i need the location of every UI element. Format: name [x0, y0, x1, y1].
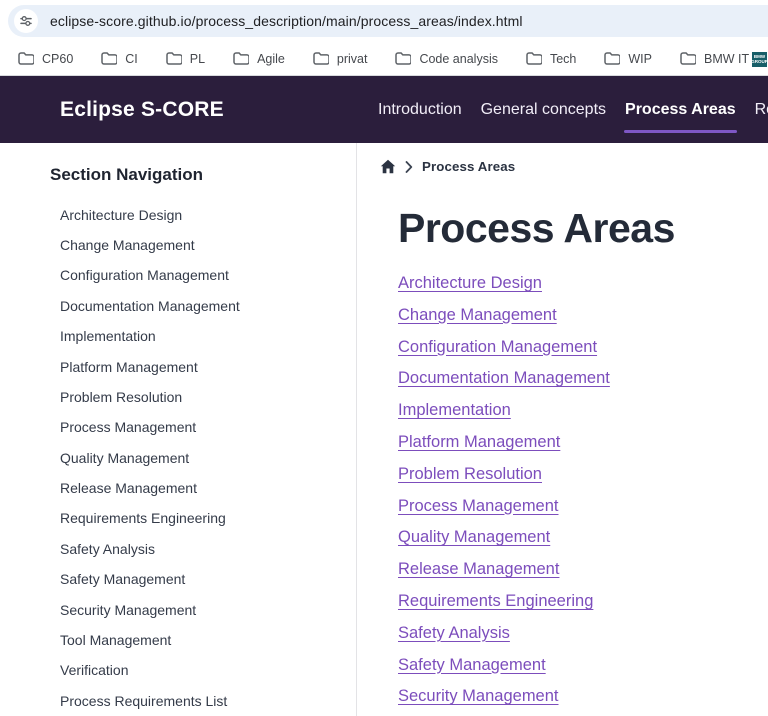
sidebar-item[interactable]: Process Requirements List	[50, 686, 356, 716]
bookmark-label: CP60	[42, 52, 73, 66]
process-area-link[interactable]: Security Management	[398, 687, 559, 705]
breadcrumb: Process Areas	[380, 159, 768, 174]
process-area-link-row: Problem Resolution	[398, 459, 768, 491]
process-area-link-row: Quality Management	[398, 522, 768, 554]
sidebar-item[interactable]: Problem Resolution	[50, 382, 356, 412]
bookmark-label: CI	[125, 52, 138, 66]
process-area-link[interactable]: Architecture Design	[398, 274, 542, 292]
process-area-link[interactable]: Process Management	[398, 497, 559, 515]
process-area-link[interactable]: Quality Management	[398, 528, 550, 546]
bookmark-folder[interactable]: WIP	[590, 46, 666, 72]
process-area-link[interactable]: Implementation	[398, 401, 511, 419]
folder-icon	[313, 52, 329, 65]
sidebar-item[interactable]: Quality Management	[50, 443, 356, 473]
bookmark-bmw-group[interactable]: BMWGROUP E	[738, 46, 768, 72]
bookmark-folder[interactable]: CP60	[4, 46, 87, 72]
sidebar-item[interactable]: Process Management	[50, 413, 356, 443]
main-content: Process Areas Process Areas Architecture…	[357, 143, 768, 716]
chevron-right-icon	[405, 161, 413, 173]
process-area-link-row: Safety Management	[398, 650, 768, 682]
url-text[interactable]: eclipse-score.github.io/process_descript…	[50, 13, 523, 29]
process-area-link[interactable]: Configuration Management	[398, 338, 597, 356]
breadcrumb-current: Process Areas	[422, 159, 515, 174]
address-bar[interactable]: eclipse-score.github.io/process_descript…	[8, 5, 768, 37]
process-area-link[interactable]: Safety Analysis	[398, 624, 510, 642]
folder-icon	[604, 52, 620, 65]
nav-item[interactable]: Roles	[754, 97, 768, 123]
process-area-links: Architecture Design Change Management Co…	[398, 268, 768, 713]
bookmark-label: Code analysis	[419, 52, 498, 66]
sidebar-item[interactable]: Documentation Management	[50, 291, 356, 321]
bmw-group-favicon: BMWGROUP	[752, 52, 767, 67]
sidebar-item[interactable]: Platform Management	[50, 352, 356, 382]
sidebar-title: Section Navigation	[50, 163, 356, 187]
sidebar-item[interactable]: Safety Management	[50, 565, 356, 595]
folder-icon	[680, 52, 696, 65]
process-area-link-row: Security Management	[398, 681, 768, 713]
bookmark-folder[interactable]: PL	[152, 46, 219, 72]
bookmark-label: Agile	[257, 52, 285, 66]
process-area-link-row: Architecture Design	[398, 268, 768, 300]
process-area-link-row: Process Management	[398, 491, 768, 523]
process-area-link[interactable]: Change Management	[398, 306, 557, 324]
process-area-link-row: Platform Management	[398, 427, 768, 459]
nav-item[interactable]: General concepts	[480, 97, 607, 123]
nav-item[interactable]: Process Areas	[624, 97, 737, 123]
bookmark-folder[interactable]: Agile	[219, 46, 299, 72]
sidebar-item[interactable]: Verification	[50, 656, 356, 686]
bookmark-folder[interactable]: privat	[299, 46, 382, 72]
sidebar-item[interactable]: Configuration Management	[50, 261, 356, 291]
main-nav: Introduction General concepts Process Ar…	[377, 76, 768, 143]
bookmark-label: PL	[190, 52, 205, 66]
process-area-link[interactable]: Requirements Engineering	[398, 592, 593, 610]
page-title: Process Areas	[398, 205, 768, 251]
folder-icon	[18, 52, 34, 65]
process-area-link-row: Requirements Engineering	[398, 586, 768, 618]
tune-icon	[19, 14, 33, 28]
process-area-link-row: Release Management	[398, 554, 768, 586]
sidebar-item[interactable]: Security Management	[50, 595, 356, 625]
home-icon	[380, 159, 396, 174]
bookmark-label: WIP	[628, 52, 652, 66]
bookmark-folder[interactable]: Tech	[512, 46, 590, 72]
bookmark-label: Tech	[550, 52, 576, 66]
content-area: Section Navigation Architecture Design C…	[0, 143, 768, 716]
sidebar-item[interactable]: Requirements Engineering	[50, 504, 356, 534]
browser-toolbar: eclipse-score.github.io/process_descript…	[0, 0, 768, 42]
bookmark-folder[interactable]: CI	[87, 46, 152, 72]
process-area-link[interactable]: Problem Resolution	[398, 465, 542, 483]
folder-icon	[395, 52, 411, 65]
folder-icon	[233, 52, 249, 65]
bookmarks-bar: CP60 CI PL Agi	[0, 42, 768, 76]
bookmark-label: privat	[337, 52, 368, 66]
process-area-link-row: Implementation	[398, 395, 768, 427]
sidebar-item[interactable]: Release Management	[50, 473, 356, 503]
sidebar-item[interactable]: Implementation	[50, 322, 356, 352]
process-area-link-row: Documentation Management	[398, 363, 768, 395]
process-area-link[interactable]: Platform Management	[398, 433, 560, 451]
process-area-link[interactable]: Release Management	[398, 560, 559, 578]
sidebar-item[interactable]: Change Management	[50, 230, 356, 260]
site-logo[interactable]: Eclipse S-CORE	[60, 98, 224, 122]
folder-icon	[166, 52, 182, 65]
sidebar-item[interactable]: Safety Analysis	[50, 534, 356, 564]
process-area-link[interactable]: Safety Management	[398, 656, 546, 674]
site-settings-button[interactable]	[14, 9, 38, 33]
sidebar-list: Architecture Design Change Management Co…	[50, 200, 356, 716]
folder-icon	[101, 52, 117, 65]
process-area-link-row: Configuration Management	[398, 332, 768, 364]
bookmark-folder[interactable]: Code analysis	[381, 46, 512, 72]
process-area-link-row: Change Management	[398, 300, 768, 332]
site-header: Eclipse S-CORE Introduction General conc…	[0, 76, 768, 143]
sidebar-item[interactable]: Architecture Design	[50, 200, 356, 230]
process-area-link[interactable]: Documentation Management	[398, 369, 610, 387]
section-navigation-sidebar: Section Navigation Architecture Design C…	[0, 143, 357, 716]
nav-item[interactable]: Introduction	[377, 97, 463, 123]
process-area-link-row: Safety Analysis	[398, 618, 768, 650]
folder-icon	[526, 52, 542, 65]
breadcrumb-home-link[interactable]	[380, 159, 396, 174]
sidebar-item[interactable]: Tool Management	[50, 625, 356, 655]
